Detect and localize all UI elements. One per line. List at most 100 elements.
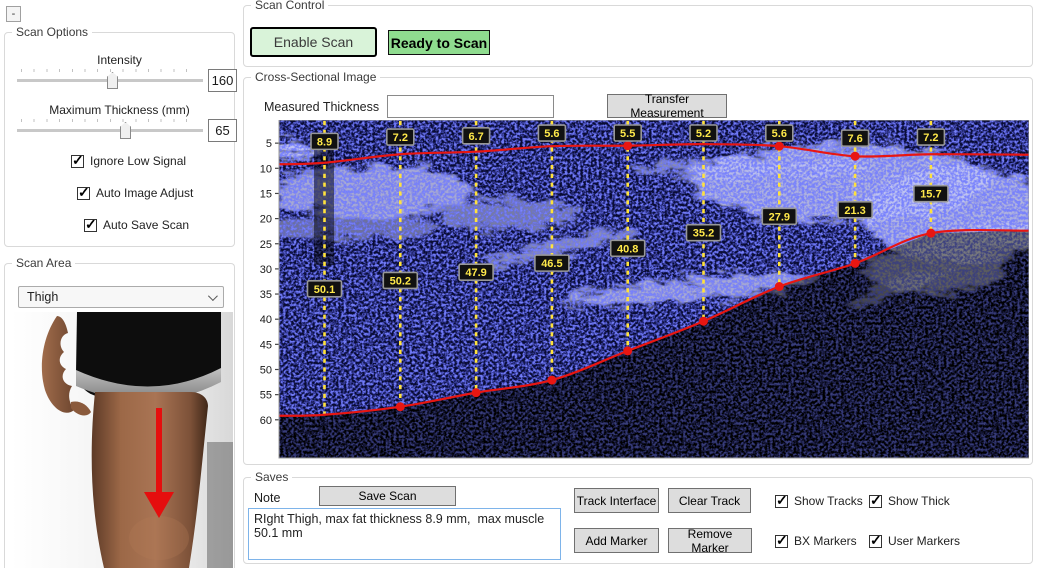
scan-options-title: Scan Options	[12, 25, 92, 39]
checkbox-label: User Markers	[888, 534, 960, 548]
checkbox-label: Show Tracks	[794, 494, 863, 508]
svg-text:5.5: 5.5	[620, 128, 635, 140]
fat-measurement-label: 7.2	[917, 129, 944, 145]
measured-thickness-label: Measured Thickness	[264, 100, 379, 114]
intensity-slider-thumb[interactable]	[107, 72, 118, 89]
measured-thickness-input[interactable]	[387, 95, 554, 118]
save-scan-button[interactable]: Save Scan	[319, 486, 456, 506]
track-interface-button[interactable]: Track Interface	[574, 488, 659, 513]
muscle-measurement-label: 15.7	[914, 186, 948, 202]
fat-marker-dot	[775, 142, 784, 151]
scan-control-title: Scan Control	[251, 0, 328, 12]
depth-tick-label: 25	[260, 239, 272, 251]
depth-tick-label: 45	[260, 339, 272, 351]
svg-text:46.5: 46.5	[541, 258, 562, 270]
scan-area-title: Scan Area	[12, 256, 75, 270]
depth-tick-label: 20	[260, 214, 272, 226]
fat-measurement-label: 5.6	[766, 125, 793, 141]
muscle-measurement-label: 46.5	[535, 255, 569, 271]
fat-measurement-label: 5.6	[538, 125, 565, 141]
svg-text:35.2: 35.2	[693, 228, 714, 240]
auto-image-adjust-checkbox[interactable]: Auto Image Adjust	[77, 186, 193, 200]
fat-measurement-label: 5.5	[614, 125, 641, 141]
scan-region-selected: Thigh	[27, 290, 58, 304]
svg-text:8.9: 8.9	[317, 136, 332, 148]
svg-text:5.6: 5.6	[544, 128, 559, 140]
show-tracks-checkbox[interactable]: Show Tracks	[775, 494, 863, 508]
checkbox-label: Auto Save Scan	[103, 218, 189, 232]
slider-track	[17, 129, 203, 132]
scan-options-panel: Scan Options Intensity 160 Maximum Thick…	[4, 32, 235, 247]
saves-panel: Saves Note Save Scan RIght Thigh, max fa…	[243, 477, 1033, 564]
checkbox-box[interactable]	[775, 495, 788, 508]
checkbox-box[interactable]	[71, 155, 84, 168]
svg-text:5.6: 5.6	[772, 128, 787, 140]
ignore-low-signal-checkbox[interactable]: Ignore Low Signal	[71, 154, 186, 168]
cross-sectional-title: Cross-Sectional Image	[251, 70, 380, 84]
enable-scan-button[interactable]: Enable Scan	[250, 27, 377, 57]
muscle-marker-dot	[699, 317, 708, 326]
transfer-measurement-button[interactable]: Transfer Measurement	[607, 94, 727, 118]
svg-text:50.2: 50.2	[390, 275, 411, 287]
slider-ticks	[21, 119, 199, 122]
muscle-measurement-label: 50.2	[383, 272, 417, 288]
depth-tick-label: 15	[260, 188, 272, 200]
max-thickness-slider[interactable]	[17, 119, 203, 139]
user-markers-checkbox[interactable]: User Markers	[869, 534, 960, 548]
remove-marker-button[interactable]: Remove Marker	[668, 528, 752, 553]
muscle-measurement-label: 40.8	[611, 240, 645, 256]
svg-text:6.7: 6.7	[468, 131, 483, 143]
checkbox-box[interactable]	[84, 219, 97, 232]
fat-measurement-label: 7.6	[842, 130, 869, 146]
intensity-slider[interactable]	[17, 69, 203, 89]
ultrasound-image[interactable]: 8.9 7.2 6.7 5.6 5.5 5.2 5.6 7.6 7.2 50.1 50.2 47.9 4…	[252, 120, 1029, 460]
depth-axis: 51015202530354045505560	[260, 138, 279, 427]
svg-text:21.3: 21.3	[844, 205, 865, 217]
max-thickness-slider-thumb[interactable]	[120, 122, 131, 139]
svg-text:7.2: 7.2	[393, 132, 408, 144]
clear-track-button[interactable]: Clear Track	[668, 488, 751, 513]
show-thick-checkbox[interactable]: Show Thick	[869, 494, 950, 508]
muscle-measurement-label: 50.1	[308, 281, 342, 297]
checkbox-box[interactable]	[775, 535, 788, 548]
checkbox-box[interactable]	[869, 495, 882, 508]
max-thickness-label: Maximum Thickness (mm)	[5, 103, 234, 117]
fat-measurement-label: 8.9	[311, 133, 338, 149]
scan-status-badge: Ready to Scan	[388, 30, 490, 55]
fat-measurement-label: 5.2	[690, 125, 717, 141]
svg-text:15.7: 15.7	[920, 189, 941, 201]
intensity-value[interactable]: 160	[208, 69, 237, 92]
checkbox-label: Auto Image Adjust	[96, 186, 193, 200]
saves-title: Saves	[251, 470, 292, 484]
intensity-label: Intensity	[5, 53, 234, 67]
app-window: { "window": { "minimize_label": "-" }, "…	[0, 0, 1038, 568]
muscle-marker-dot	[623, 346, 632, 355]
fat-measurement-label: 7.2	[387, 129, 414, 145]
svg-text:47.9: 47.9	[465, 267, 486, 279]
auto-save-scan-checkbox[interactable]: Auto Save Scan	[84, 218, 189, 232]
checkbox-box[interactable]	[869, 535, 882, 548]
muscle-marker-dot	[926, 229, 935, 238]
scan-control-panel: Scan Control Enable Scan Ready to Scan	[243, 5, 1033, 67]
max-thickness-value[interactable]: 65	[208, 119, 237, 142]
minimize-button[interactable]: -	[6, 6, 21, 22]
muscle-measurement-label: 35.2	[687, 225, 721, 241]
depth-tick-label: 50	[260, 365, 272, 377]
svg-text:7.2: 7.2	[923, 132, 938, 144]
fat-measurement-label: 6.7	[463, 128, 490, 144]
scan-region-dropdown[interactable]: Thigh	[18, 286, 224, 308]
depth-tick-label: 55	[260, 390, 272, 402]
muscle-marker-dot	[472, 388, 481, 397]
bx-markers-checkbox[interactable]: BX Markers	[775, 534, 857, 548]
chevron-down-icon	[208, 291, 218, 301]
depth-tick-label: 10	[260, 163, 272, 175]
note-textarea[interactable]: RIght Thigh, max fat thickness 8.9 mm, m…	[248, 508, 561, 560]
svg-text:5.2: 5.2	[696, 128, 711, 140]
muscle-measurement-label: 47.9	[459, 264, 493, 280]
svg-text:27.9: 27.9	[769, 211, 790, 223]
checkbox-box[interactable]	[77, 187, 90, 200]
svg-text:50.1: 50.1	[314, 284, 335, 296]
note-label: Note	[254, 491, 280, 505]
add-marker-button[interactable]: Add Marker	[574, 528, 659, 553]
depth-tick-label: 40	[260, 314, 272, 326]
